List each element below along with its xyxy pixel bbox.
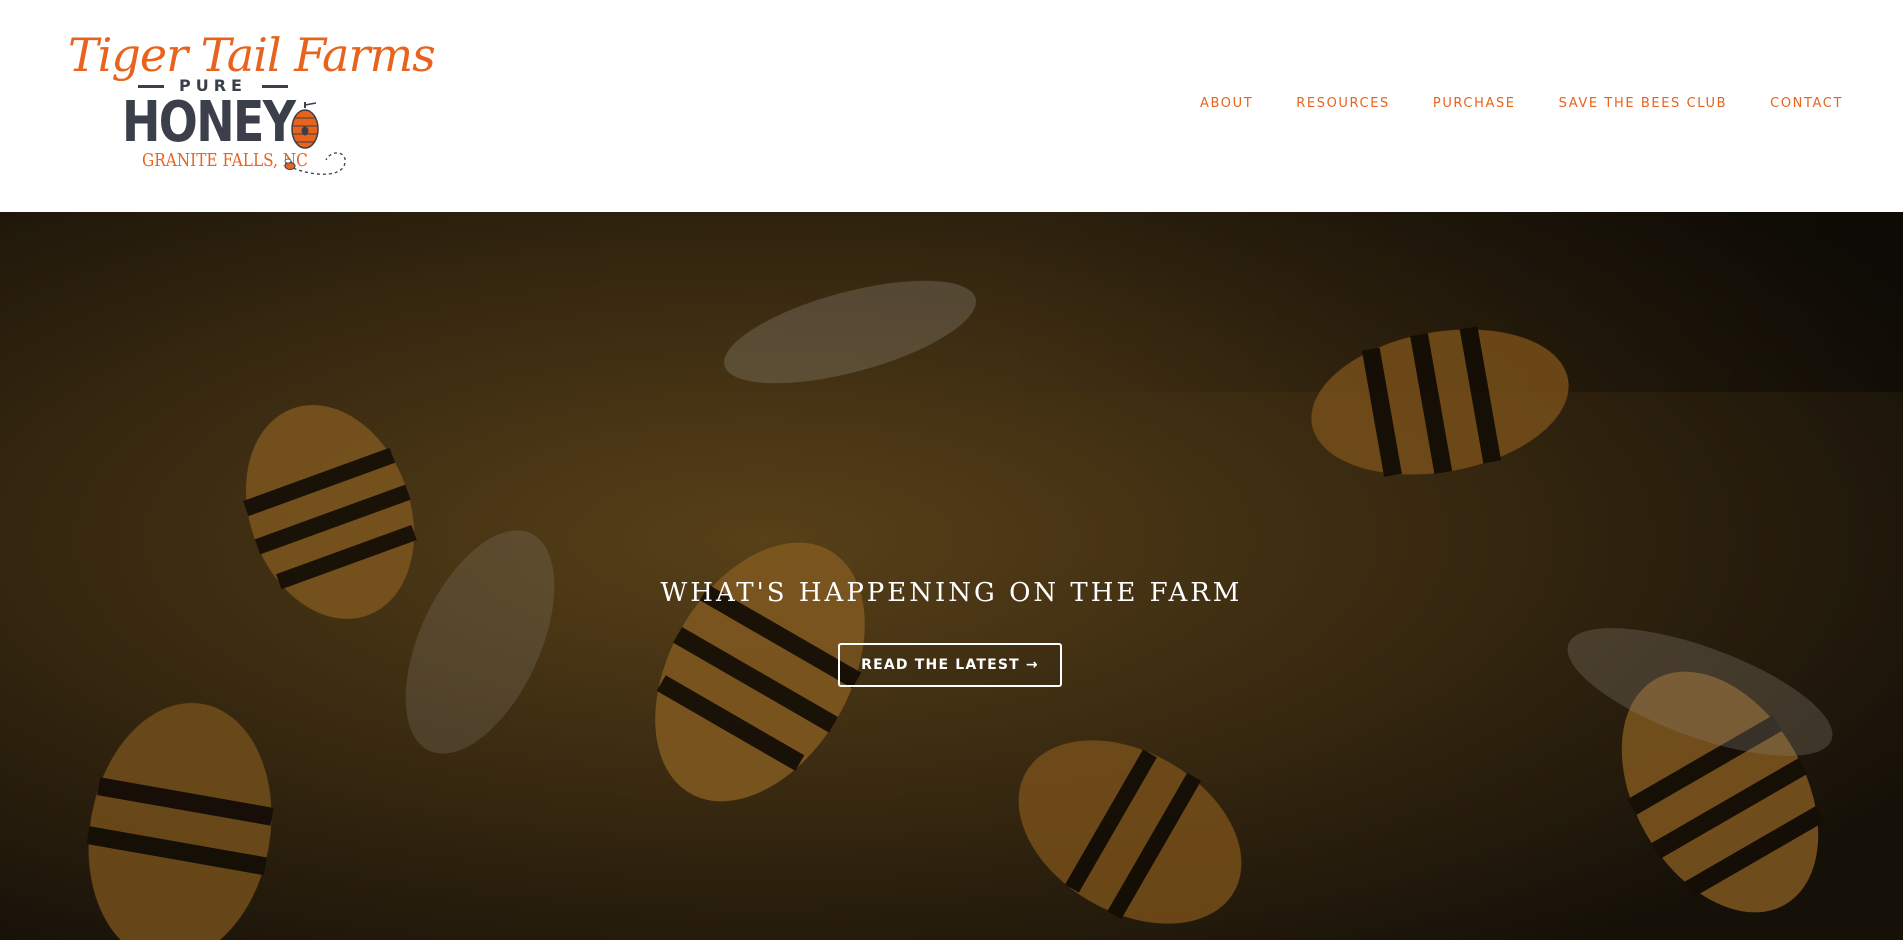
read-the-latest-button[interactable]: READ THE LATEST → [838, 643, 1062, 687]
read-the-latest-label: READ THE LATEST [861, 657, 1020, 673]
main-nav: ABOUT RESOURCES PURCHASE SAVE THE BEES C… [1157, 96, 1843, 111]
nav-item-contact[interactable]: CONTACT [1770, 96, 1843, 111]
bees-background-image [0, 212, 1903, 940]
hero-banner: WHAT'S HAPPENING ON THE FARM READ THE LA… [0, 212, 1903, 940]
logo-honey-text: HONEY [122, 90, 296, 155]
nav-item-purchase[interactable]: PURCHASE [1433, 96, 1516, 111]
nav-item-about[interactable]: ABOUT [1200, 96, 1253, 111]
site-logo[interactable]: Tiger Tail Farms PURE HONEY GRANITE FALL… [58, 28, 436, 184]
logo-farm-name: Tiger Tail Farms [68, 28, 436, 82]
bee-trail-icon [284, 152, 346, 175]
site-header: Tiger Tail Farms PURE HONEY GRANITE FALL… [0, 0, 1903, 212]
hero-title: WHAT'S HAPPENING ON THE FARM [660, 578, 1243, 608]
arrow-right-icon: → [1025, 657, 1039, 673]
nav-item-save-the-bees-club[interactable]: SAVE THE BEES CLUB [1559, 96, 1728, 111]
nav-item-resources[interactable]: RESOURCES [1296, 96, 1390, 111]
